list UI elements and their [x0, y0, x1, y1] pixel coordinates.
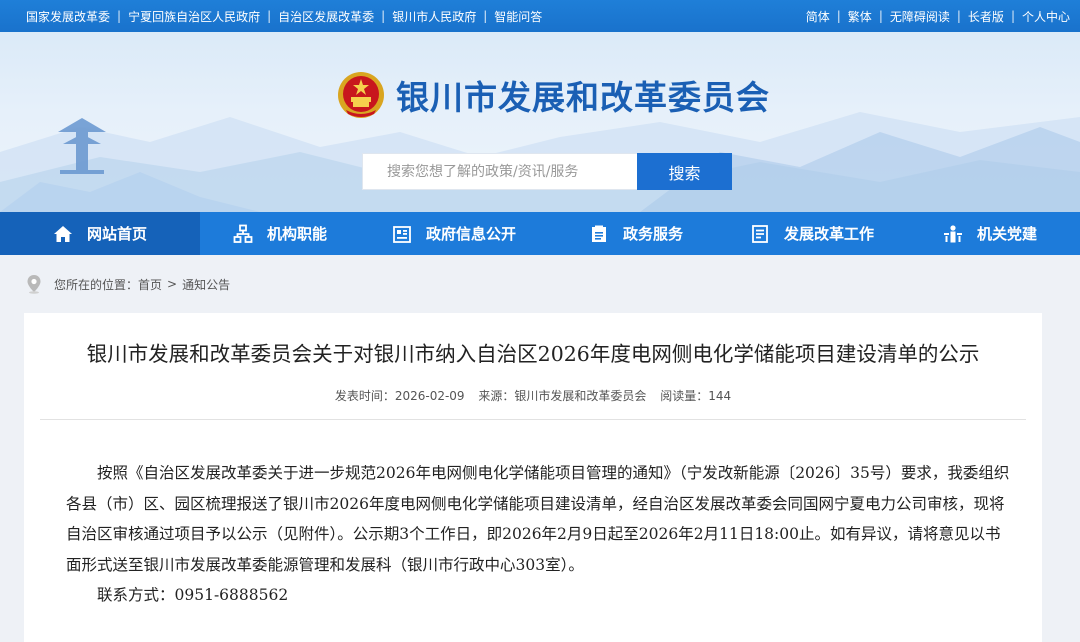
site-brand[interactable]: 银川市发展和改革委员会: [336, 70, 770, 120]
article-meta: 发表时间：2026-02-09 来源：银川市发展和改革委员会 阅读量：144: [40, 387, 1026, 404]
breadcrumb: 您所在的位置： 首页 > 通知公告: [0, 255, 1080, 313]
link-region-drc[interactable]: 自治区发展改革委: [278, 8, 374, 25]
link-traditional[interactable]: 繁体: [848, 8, 872, 25]
service-icon: [589, 224, 609, 244]
header-banner: 银川市发展和改革委员会 搜索: [0, 32, 1080, 212]
article-card: 银川市发展和改革委员会关于对银川市纳入自治区2026年度电网侧电化学储能项目建设…: [24, 313, 1042, 642]
nav-item-label: 机构职能: [266, 225, 327, 243]
nav-item-reform-work[interactable]: 发展改革工作: [724, 212, 900, 255]
breadcrumb-home[interactable]: 首页: [138, 276, 162, 293]
search-button[interactable]: 搜索: [637, 153, 732, 190]
breadcrumb-prefix: 您所在的位置：: [54, 277, 139, 292]
top-tools: 简体 | 繁体 | 无障碍阅读 | 长者版 | 个人中心: [805, 8, 1070, 25]
link-elder-mode[interactable]: 长者版: [968, 8, 1004, 25]
nav-item-label: 网站首页: [86, 225, 147, 243]
link-ningxia-gov[interactable]: 宁夏回族自治区人民政府: [128, 8, 260, 25]
breadcrumb-separator: >: [167, 277, 178, 291]
article-body: 按照《自治区发展改革委关于进一步规范2026年电网侧电化学储能项目管理的通知》（…: [40, 420, 1026, 611]
link-ndrc[interactable]: 国家发展改革委: [26, 8, 110, 25]
body-paragraph: 按照《自治区发展改革委关于进一步规范2026年电网侧电化学储能项目管理的通知》（…: [66, 464, 1010, 574]
nav-item-label: 机关党建: [976, 225, 1037, 243]
party-icon: [943, 224, 963, 244]
link-smart-qa[interactable]: 智能问答: [494, 8, 542, 25]
publish-time: 发表时间：2026-02-09: [334, 389, 465, 403]
search-bar: 搜索: [362, 153, 732, 190]
link-accessible[interactable]: 无障碍阅读: [890, 8, 950, 25]
top-links: 国家发展改革委 | 宁夏回族自治区人民政府 | 自治区发展改革委 | 银川市人民政府 |…: [26, 8, 543, 25]
view-count: 阅读量：144: [660, 389, 732, 403]
article-source: 来源：银川市发展和改革委员会: [478, 389, 647, 403]
nav-item-party[interactable]: 机关党建: [900, 212, 1080, 255]
national-emblem-icon: [338, 72, 384, 118]
nav-item-label: 发展改革工作: [783, 225, 874, 243]
contact-info: 联系方式：0951-6888562: [97, 586, 289, 604]
info-open-icon: [392, 224, 412, 244]
link-yinchuan-gov[interactable]: 银川市人民政府: [392, 8, 476, 25]
article-title: 银川市发展和改革委员会关于对银川市纳入自治区2026年度电网侧电化学储能项目建设…: [86, 342, 980, 366]
home-icon: [53, 224, 73, 244]
org-chart-icon: [233, 224, 253, 244]
top-bar: 国家发展改革委 | 宁夏回族自治区人民政府 | 自治区发展改革委 | 银川市人民政府 |…: [0, 0, 1080, 32]
nav-item-org[interactable]: 机构职能: [200, 212, 360, 255]
site-title: 银川市发展和改革委员会: [396, 78, 770, 117]
search-input[interactable]: [362, 153, 637, 190]
nav-item-info-open[interactable]: 政府信息公开: [360, 212, 548, 255]
nav-item-services[interactable]: 政务服务: [548, 212, 724, 255]
location-pin-icon: [27, 275, 41, 294]
main-nav: 网站首页 机构职能 政府信息公开 政务服务 发展改革工作 机关党建: [0, 212, 1080, 255]
document-icon: [750, 224, 770, 244]
nav-item-home[interactable]: 网站首页: [0, 212, 200, 255]
breadcrumb-current[interactable]: 通知公告: [182, 276, 230, 293]
link-personal-center[interactable]: 个人中心: [1022, 8, 1070, 25]
link-simplified[interactable]: 简体: [806, 8, 830, 25]
nav-item-label: 政府信息公开: [425, 225, 516, 243]
nav-item-label: 政务服务: [622, 225, 683, 243]
